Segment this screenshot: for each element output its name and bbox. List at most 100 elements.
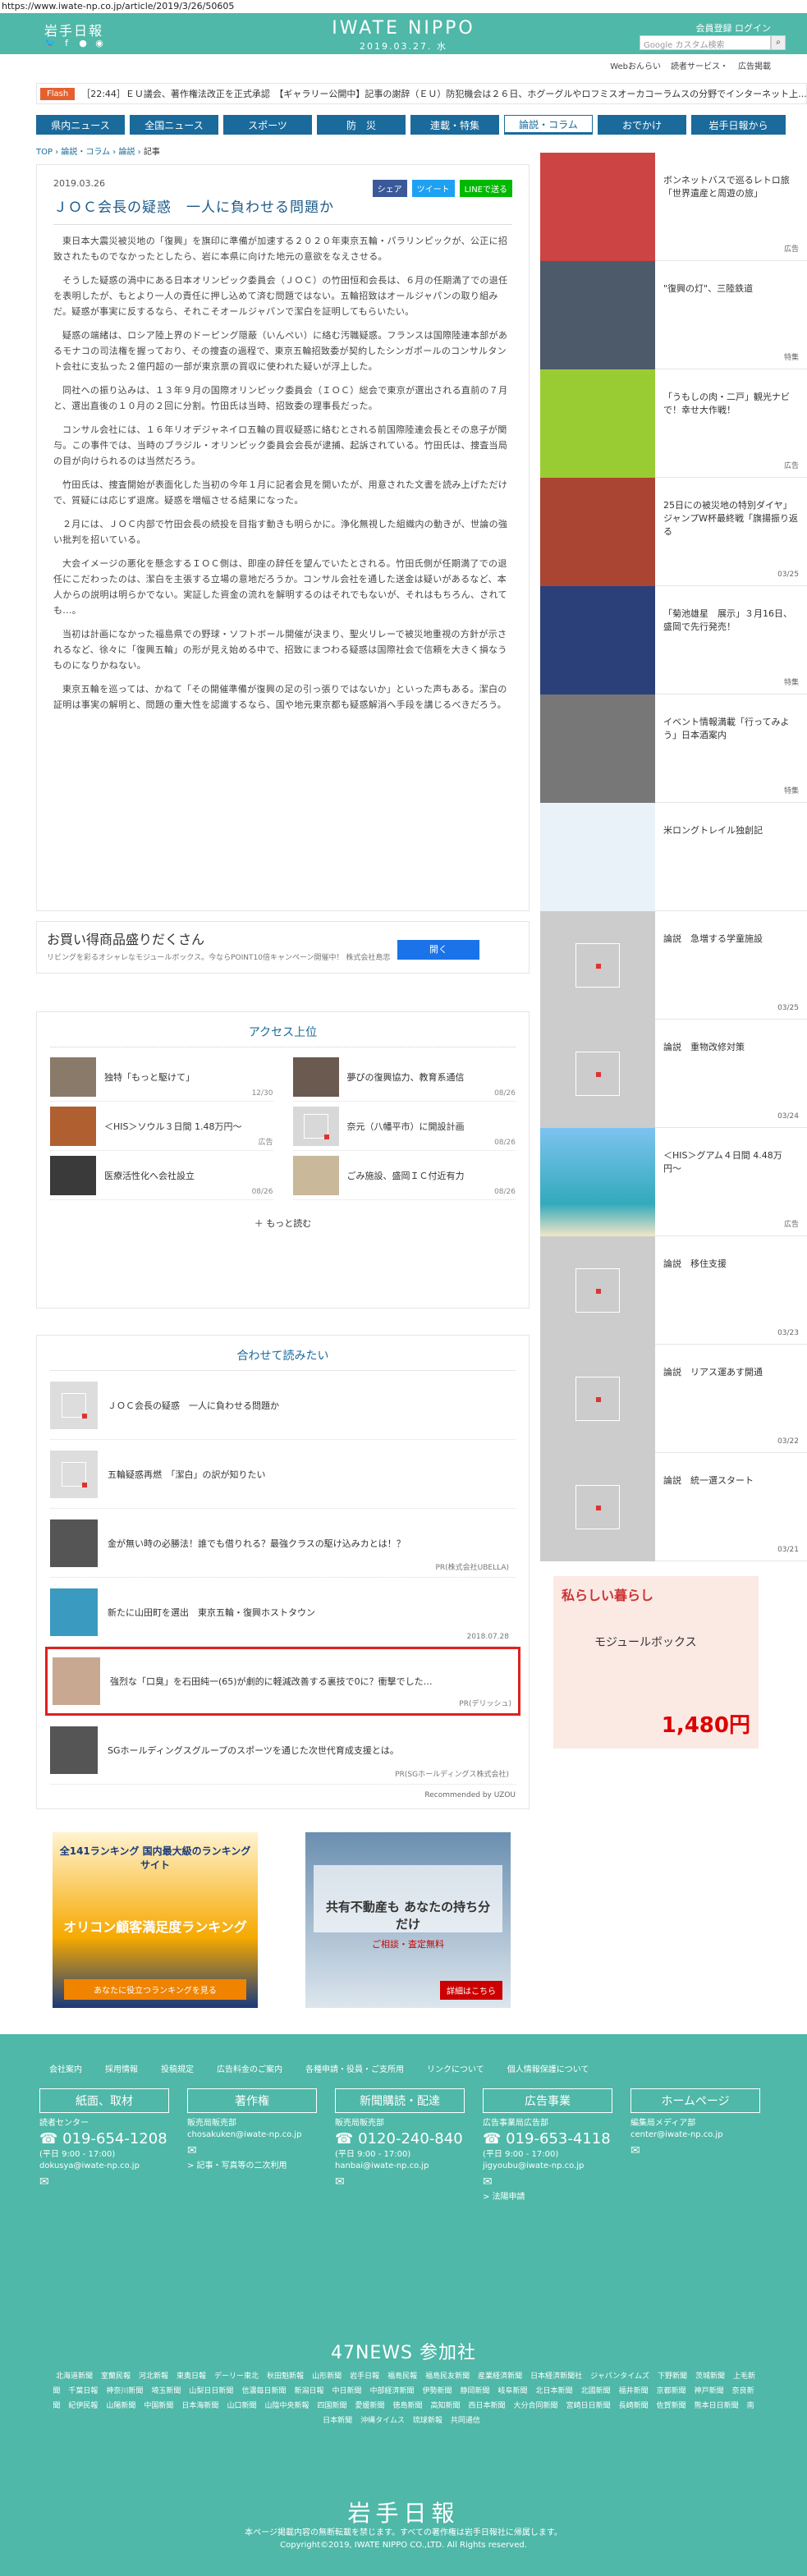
partner-paper-link[interactable]: 静岡新聞 [461, 2387, 490, 2395]
mail-icon[interactable]: ✉ [335, 2175, 465, 2189]
partner-paper-link[interactable]: 産業経済新聞 [478, 2372, 522, 2381]
url-bar[interactable]: https://www.iwate-np.co.jp/article/2019/… [0, 0, 807, 13]
item-title[interactable]: ごみ施設、盛岡ＩＣ付近有力 [347, 1169, 516, 1182]
partner-paper-link[interactable]: 福井新聞 [619, 2387, 649, 2395]
partner-paper-link[interactable]: 沖縄タイムス [360, 2417, 405, 2425]
partner-paper-link[interactable]: 北海道新聞 [56, 2372, 93, 2381]
side-ad-banner[interactable]: 私らしい暮らし モジュールボックス 1,480円 [553, 1576, 759, 1749]
ad-open-button[interactable]: 開く [397, 940, 479, 960]
contact-email[interactable]: dokusya@iwate-np.co.jp [39, 2161, 169, 2172]
phone-number[interactable]: ☎ 0120-240-840 [335, 2129, 465, 2149]
search-icon[interactable]: ⌕ [771, 35, 786, 50]
partner-paper-link[interactable]: 山陰中央新報 [264, 2402, 309, 2410]
partner-paper-link[interactable]: 山梨日日新聞 [189, 2387, 233, 2395]
line-share-button[interactable]: LINEで送る [459, 180, 512, 197]
footer-link[interactable]: リンクについて [427, 2062, 484, 2074]
item-title[interactable]: SGホールディングスグループのスポーツを通じた次世代育成支援とは。 [108, 1744, 399, 1757]
partner-paper-link[interactable]: 西日本新聞 [469, 2402, 506, 2410]
partner-paper-link[interactable]: 中部経済新聞 [369, 2387, 414, 2395]
partner-paper-link[interactable]: 山形新聞 [312, 2372, 342, 2381]
sidebar-item[interactable]: 「うもしの肉・二戸」観光ナビで！幸せ大作戦！ 広告 [540, 369, 807, 478]
partner-paper-link[interactable]: 河北新報 [139, 2372, 168, 2381]
flash-news-bar[interactable]: Flash ［22:44］ＥＵ議会、著作権法改正を正式承認 【ギャラリー公開中】… [36, 83, 807, 104]
contact-note[interactable]: > 記事・写真等の二次利用 [187, 2161, 317, 2172]
nav-item[interactable]: 岩手日報から [691, 115, 786, 135]
partner-paper-link[interactable]: 高知新聞 [431, 2402, 461, 2410]
phone-number[interactable]: ☎ 019-654-1208 [39, 2129, 169, 2149]
item-title[interactable]: 新たに山田町を選出 東京五輪・復興ホストタウン [108, 1606, 315, 1619]
list-item[interactable]: ＜HIS＞ソウル３日間 1.48万円〜 広告 [50, 1102, 273, 1151]
nav-item[interactable]: 県内ニュース [36, 115, 125, 135]
item-title[interactable]: 奈元（八幡平市）に開設計画 [347, 1120, 516, 1133]
item-title[interactable]: ＜HIS＞ソウル３日間 1.48万円〜 [104, 1120, 273, 1133]
partner-paper-link[interactable]: 山口新聞 [227, 2402, 256, 2410]
partner-paper-link[interactable]: 共同通信 [451, 2417, 480, 2425]
crumb-l2[interactable]: 論説 [118, 148, 135, 157]
footer-link[interactable]: 採用情報 [105, 2062, 138, 2074]
list-item[interactable]: 五輪疑惑再燃 「潔白」の訳が知りたい [50, 1440, 516, 1509]
partner-paper-link[interactable]: 福島民友新聞 [425, 2372, 470, 2381]
partner-paper-link[interactable]: 紀伊民報 [68, 2402, 98, 2410]
partner-paper-link[interactable]: 埼玉新聞 [151, 2387, 181, 2395]
partner-paper-link[interactable]: 熊本日日新聞 [695, 2402, 739, 2410]
sidebar-item[interactable]: ＜HIS＞グアム４日間 4.48万円〜 広告 [540, 1128, 807, 1236]
footer-link[interactable]: 会社案内 [49, 2062, 82, 2074]
contact-heading[interactable]: 広告事業 [483, 2088, 612, 2113]
partner-paper-link[interactable]: 新潟日報 [294, 2387, 323, 2395]
partner-paper-link[interactable]: 秋田魁新報 [267, 2372, 304, 2381]
nav-item[interactable]: スポーツ [223, 115, 312, 135]
sidebar-item-title[interactable]: "復興の灯"、三陸鉄道 [655, 261, 761, 369]
nav-item[interactable]: 防 災 [317, 115, 406, 135]
sidebar-item[interactable]: 25日にの被災地の特別ダイヤ」ジャンプW杯最終戦「旗揚振り返る 03/25 [540, 478, 807, 586]
sidebar-item[interactable]: 論説 統一選スタート 03/21 [540, 1453, 807, 1561]
sidebar-item-title[interactable]: 論説 重物改修対策 [655, 1020, 753, 1127]
list-item[interactable]: SGホールディングスグループのスポーツを通じた次世代育成支援とは。 PR(SGホー… [50, 1716, 516, 1785]
mail-icon[interactable]: ✉ [483, 2175, 612, 2189]
sidebar-item-title[interactable]: 25日にの被災地の特別ダイヤ」ジャンプW杯最終戦「旗揚振り返る [655, 478, 807, 585]
more-button[interactable]: ＋ もっと読む [37, 1205, 529, 1241]
ad-banner[interactable]: 全141ランキング 国内最大級のランキングサイト オリコン顧客満足度ランキング … [53, 1832, 258, 2008]
crumb-l1[interactable]: 論説・コラム [61, 148, 110, 157]
partner-paper-link[interactable]: 北國新聞 [581, 2387, 611, 2395]
partner-paper-link[interactable]: 岐阜新聞 [498, 2387, 528, 2395]
contact-heading[interactable]: ホームページ [630, 2088, 760, 2113]
partner-paper-link[interactable]: 愛媛新聞 [355, 2402, 384, 2410]
list-item[interactable]: 奈元（八幡平市）に開設計画 08/26 [292, 1102, 516, 1151]
mail-icon[interactable]: ✉ [39, 2175, 169, 2189]
partner-paper-link[interactable]: 福島民報 [387, 2372, 417, 2381]
partner-paper-link[interactable]: 琉球新報 [413, 2417, 442, 2425]
highlighted-list-item[interactable]: 強烈な「口臭」を石田純一(65)が劇的に軽減改善する裏技で0に？衝撃でした… PR… [45, 1647, 520, 1716]
sidebar-item[interactable]: "復興の灯"、三陸鉄道 特集 [540, 261, 807, 369]
sidebar-item-title[interactable]: 論説 統一選スタート [655, 1453, 762, 1561]
footer-link[interactable]: 広告料金のご案内 [217, 2062, 282, 2074]
partner-paper-link[interactable]: 長崎新聞 [619, 2402, 649, 2410]
partner-paper-link[interactable]: 伊勢新聞 [423, 2387, 452, 2395]
partner-paper-link[interactable]: 茨城新聞 [695, 2372, 725, 2381]
search-input[interactable]: Google カスタム検索 [640, 35, 771, 50]
partner-paper-link[interactable]: 中日新聞 [332, 2387, 361, 2395]
item-title[interactable]: 夢ぴの復興協力、教育系通信 [347, 1070, 516, 1084]
partner-paper-link[interactable]: 日本経済新聞社 [530, 2372, 582, 2381]
item-title[interactable]: 金が無い時の必勝法！誰でも借りれる？最強クラスの駆け込みカとは！？ [108, 1537, 406, 1550]
nav-item[interactable]: 連載・特集 [410, 115, 499, 135]
sidebar-item[interactable]: 論説 急増する学童施設 03/25 [540, 911, 807, 1020]
partner-paper-link[interactable]: 北日本新聞 [536, 2387, 573, 2395]
list-item[interactable]: 独特「もっと駆けて」 12/30 [50, 1052, 273, 1102]
flash-text[interactable]: ［22:44］ＥＵ議会、著作権法改正を正式承認 【ギャラリー公開中】記事の謝辞（… [81, 87, 806, 100]
facebook-share-button[interactable]: シェア [372, 180, 407, 197]
list-item[interactable]: 金が無い時の必勝法！誰でも借りれる？最強クラスの駆け込みカとは！？ PR(株式会社… [50, 1509, 516, 1578]
list-item[interactable]: ごみ施設、盛岡ＩＣ付近有力 08/26 [292, 1151, 516, 1200]
partner-paper-link[interactable]: 信濃毎日新聞 [241, 2387, 286, 2395]
sidebar-item-title[interactable]: 論説 移住支援 [655, 1236, 735, 1344]
ad-button[interactable]: 詳細はこちら [440, 1981, 502, 2000]
list-item[interactable]: 医療活性化へ会社設立 08/26 [50, 1151, 273, 1200]
footer-link[interactable]: 各種申請・役員・ご支所用 [305, 2062, 404, 2074]
partner-paper-link[interactable]: 日本海新聞 [181, 2402, 218, 2410]
sidebar-item[interactable]: 「菊池雄星 展示」３月16日、盛岡で先行発売！ 特集 [540, 586, 807, 694]
footer-link[interactable]: 投稿規定 [161, 2062, 194, 2074]
partner-paper-link[interactable]: 岩手日報 [350, 2372, 379, 2381]
sidebar-item[interactable]: 米ロングトレイル独創記 [540, 803, 807, 911]
sublink[interactable]: Webおんらい [610, 59, 661, 71]
partner-paper-link[interactable]: 中国新聞 [144, 2402, 173, 2410]
item-title[interactable]: 独特「もっと駆けて」 [104, 1070, 273, 1084]
